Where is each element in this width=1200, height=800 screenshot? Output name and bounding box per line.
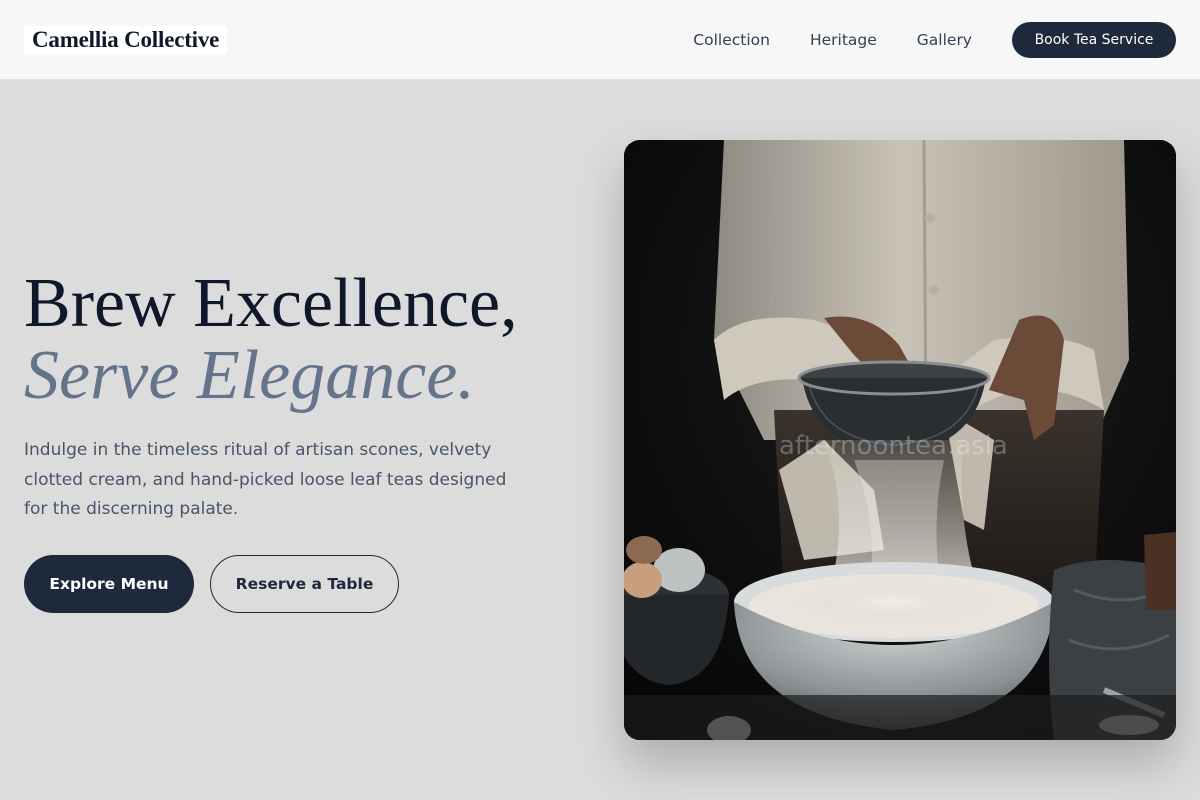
nav-menu: Collection Heritage Gallery Book Tea Ser…	[693, 21, 1176, 58]
hero-description: Indulge in the timeless ritual of artisa…	[24, 440, 507, 519]
headline-line-1: Brew Excellence,	[24, 265, 518, 342]
book-tea-service-button[interactable]: Book Tea Service	[1012, 21, 1176, 58]
headline-line-2: Serve Elegance.	[24, 337, 475, 414]
reserve-table-button[interactable]: Reserve a Table	[210, 555, 399, 613]
explore-menu-button[interactable]: Explore Menu	[24, 555, 194, 613]
hero-cta-row: Explore Menu Reserve a Table	[24, 555, 399, 613]
hero-text: Brew Excellence, Serve Elegance. Indulge…	[24, 268, 584, 525]
image-watermark: afternoontea.asia	[779, 431, 1008, 461]
nav-link-gallery[interactable]: Gallery	[917, 31, 972, 49]
navbar: Camellia Collective Collection Heritage …	[0, 0, 1200, 80]
hero-headline: Brew Excellence, Serve Elegance.	[24, 268, 584, 412]
baker-sifting-flour-illustration: afternoontea.asia	[624, 140, 1176, 740]
hero-photo: afternoontea.asia	[624, 140, 1176, 740]
brand-logo[interactable]: Camellia Collective	[24, 25, 228, 54]
nav-link-heritage[interactable]: Heritage	[810, 31, 877, 49]
nav-link-collection[interactable]: Collection	[693, 31, 770, 49]
